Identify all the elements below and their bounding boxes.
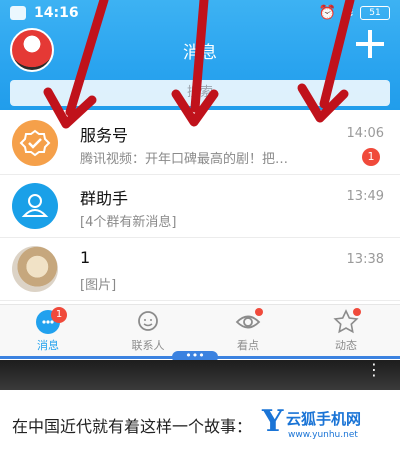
search-input[interactable]: 搜索 [10,80,390,106]
watermark-logo: Y 云狐手机网 www.yunhu.net [258,404,394,446]
item-preview: 腾讯视频：开年口碑最高的剧！把… [80,152,289,167]
service-icon [12,120,58,166]
tab-label: 看点 [237,339,259,352]
photo-avatar [12,246,58,292]
eye-icon [235,308,263,335]
status-bar: 14:16 ⏰ ≋ 51 [0,0,400,26]
notification-dot [255,308,263,316]
list-item-service[interactable]: 服务号 腾讯视频：开年口碑最高的剧！把… 14:06 1 [0,112,400,175]
tab-contacts[interactable]: 联系人 [108,309,188,353]
watermark-url: www.yunhu.net [288,430,358,440]
sim-icon [10,6,26,20]
app-header: 14:16 ⏰ ≋ 51 消息 搜索 [0,0,400,110]
watermark-name: 云狐手机网 [286,410,362,428]
unread-badge: 1 [362,148,380,166]
battery-icon: 51 [360,6,390,20]
item-name: 服务号 [80,126,129,145]
article-video-banner [0,360,400,390]
chat-bubble-icon: 1 [35,307,67,335]
wifi-icon: ≋ [342,5,354,21]
status-right: ⏰ ≋ 51 [319,5,390,21]
list-item-contact-1[interactable]: 1 [图片] 13:38 [0,238,400,301]
message-list: 服务号 腾讯视频：开年口碑最高的剧！把… 14:06 1 群助手 [4个群有新消… [0,112,400,301]
item-time: 13:38 [346,252,384,267]
notification-dot [353,308,361,316]
tab-badge: 1 [51,307,67,323]
status-time: 14:16 [34,5,79,21]
item-time: 13:49 [346,189,384,204]
page-title: 消息 [183,43,217,63]
more-icon[interactable]: ⋮ [366,362,382,378]
list-item-group-assistant[interactable]: 群助手 [4个群有新消息] 13:49 [0,175,400,238]
tab-messages[interactable]: 1 消息 [8,307,88,353]
group-assistant-icon [12,183,58,229]
tab-label: 消息 [37,339,59,352]
item-time: 14:06 [346,126,384,141]
item-name: 1 [80,248,91,267]
contact-icon [135,309,161,335]
tab-label: 动态 [335,339,357,352]
item-preview: [4个群有新消息] [80,215,177,230]
item-name: 群助手 [80,189,129,208]
watermark-y-icon: Y [262,404,284,439]
item-preview: [图片] [80,278,117,293]
add-icon[interactable] [356,30,384,58]
star-icon [333,308,361,335]
tab-dynamic[interactable]: 动态 [306,308,386,353]
tab-kandian[interactable]: 看点 [208,308,288,353]
alarm-icon: ⏰ [318,5,337,21]
